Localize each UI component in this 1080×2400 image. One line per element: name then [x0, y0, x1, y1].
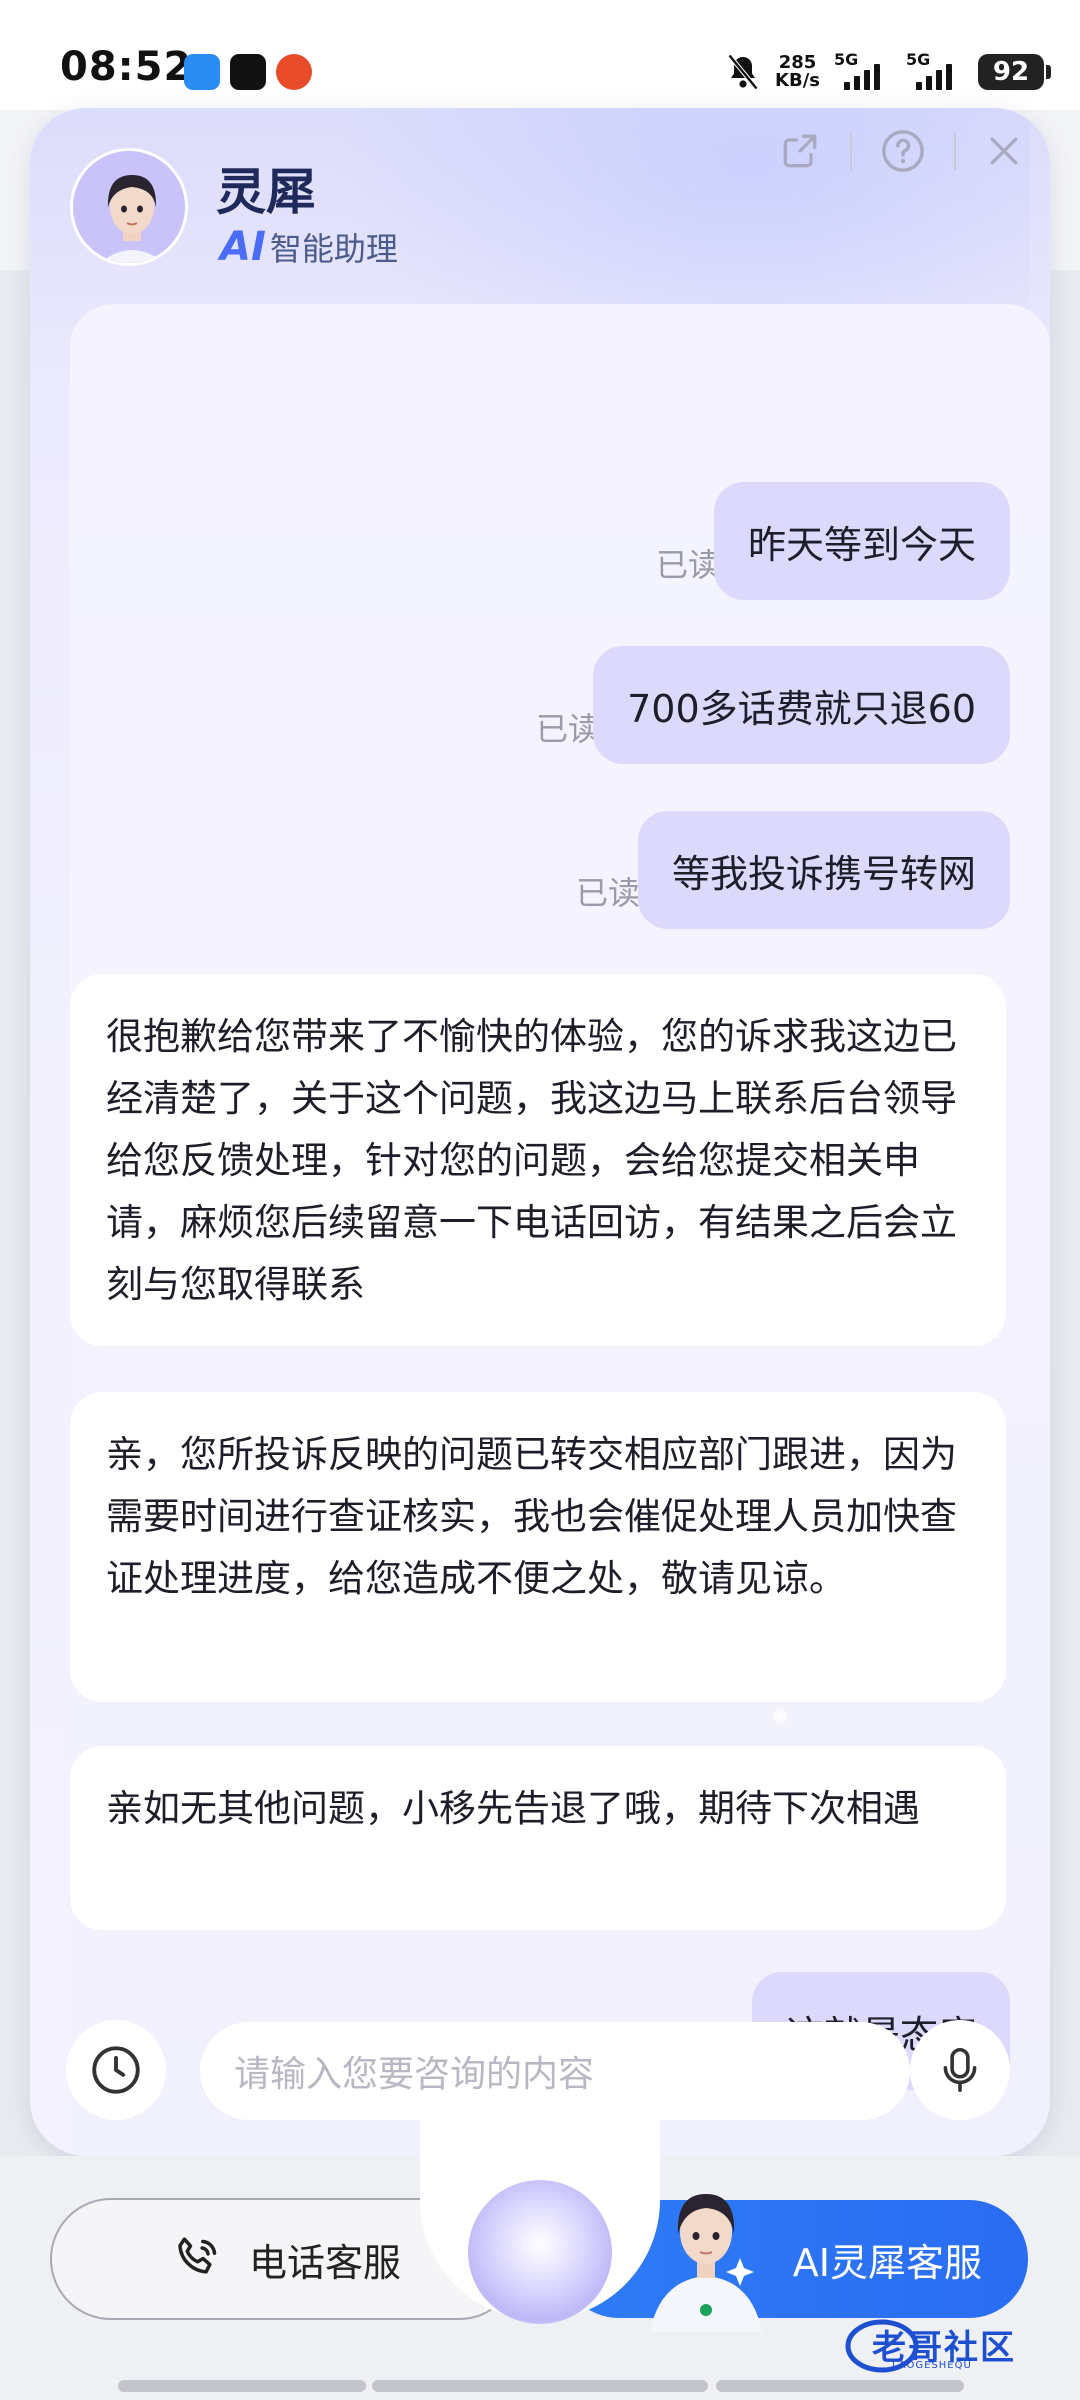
close-icon[interactable]: [984, 131, 1024, 171]
read-status: 已读: [575, 874, 640, 912]
clock: 08:52: [60, 44, 193, 90]
status-indicators: 285 KB/s 5G 5G 92: [725, 50, 1051, 94]
phone-service-label: 电话客服: [248, 2240, 401, 2285]
history-button[interactable]: [66, 2020, 166, 2120]
share-icon[interactable]: [778, 129, 822, 173]
clock-icon: [92, 2046, 140, 2094]
signal-1: 5G: [834, 50, 892, 94]
signal-bars-icon: [916, 64, 952, 90]
signal-bars-icon: [844, 64, 880, 90]
watermark: 老哥社区 LAOGESHEQU: [842, 2312, 1066, 2376]
nav-handle[interactable]: [118, 2380, 366, 2392]
voice-input-button[interactable]: [910, 2020, 1010, 2120]
assistant-role: 智能助理: [269, 230, 398, 268]
chat-panel: 灵犀 AI 智能助理 已读 昨天等到今天 已读 700多话费就只退60 已读 等…: [30, 108, 1050, 2156]
help-icon[interactable]: [880, 128, 926, 174]
battery-icon: 92: [978, 54, 1051, 90]
microphone-icon: [943, 2047, 977, 2093]
header-actions: [778, 128, 1024, 174]
signal-2: 5G: [906, 50, 964, 94]
app-icon-music: [230, 54, 266, 90]
ai-service-label: AI灵犀客服: [792, 2240, 982, 2285]
input-placeholder: 请输入您要咨询的内容: [234, 2054, 595, 2095]
bell-muted-icon: [727, 54, 759, 90]
bot-message[interactable]: 很抱歉给您带来了不愉快的体验，您的诉求我这边已经清楚了，关于这个问题，我这边马上…: [70, 974, 1006, 1346]
ai-label: AI: [220, 224, 266, 270]
read-status: 已读: [535, 710, 600, 748]
assistant-name: 灵犀: [216, 163, 316, 221]
message-list[interactable]: 已读 昨天等到今天 已读 700多话费就只退60 已读 等我投诉携号转网 很抱歉…: [70, 304, 1050, 2156]
assistant-portrait-icon: [73, 151, 185, 263]
status-bar: 08:52 285 KB/s 5G 5G 92: [0, 0, 1080, 110]
user-message[interactable]: 等我投诉携号转网: [637, 811, 1010, 929]
nav-handle[interactable]: [716, 2380, 964, 2392]
net-speed: 285 KB/s: [775, 54, 820, 90]
bot-message[interactable]: 亲如无其他问题，小移先告退了哦，期待下次相遇: [70, 1746, 1006, 1930]
assistant-subtitle: AI 智能助理: [220, 224, 398, 270]
phone-icon: [178, 2237, 217, 2274]
divider: [954, 132, 956, 170]
assistant-avatar: [70, 148, 188, 266]
app-icon-blue: [184, 54, 220, 90]
read-status: 已读: [655, 546, 720, 584]
nav-handle[interactable]: [372, 2380, 708, 2392]
bot-message[interactable]: 亲，您所投诉反映的问题已转交相应部门跟进，因为需要时间进行查证核实，我也会催促处…: [70, 1392, 1006, 1702]
voice-orb-button[interactable]: [468, 2180, 612, 2324]
net-speed-unit: KB/s: [775, 70, 820, 91]
divider: [850, 132, 852, 170]
message-input[interactable]: 请输入您要咨询的内容: [200, 2022, 910, 2120]
user-message[interactable]: 昨天等到今天: [713, 482, 1010, 600]
battery-level: 92: [992, 57, 1030, 87]
app-icon-red: [276, 54, 312, 90]
watermark-subtext: LAOGESHEQU: [892, 2360, 972, 2371]
user-message[interactable]: 700多话费就只退60: [593, 646, 1010, 764]
sparkle-decoration: [772, 1708, 788, 1724]
